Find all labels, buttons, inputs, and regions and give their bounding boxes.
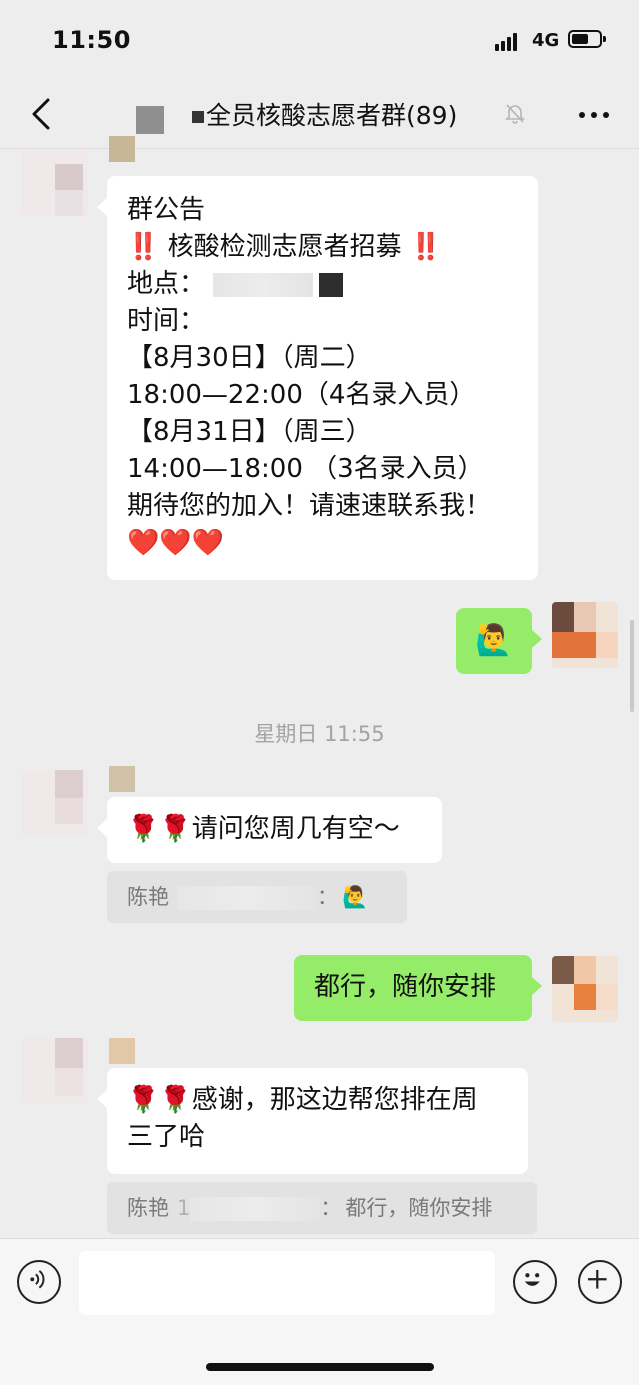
- ask-bubble[interactable]: 🌹🌹请问您周几有空～: [97, 797, 442, 863]
- announcement-time-label: 时间：: [127, 306, 206, 336]
- quote-separator: ：: [320, 1196, 342, 1220]
- sender-avatar[interactable]: [22, 1038, 88, 1104]
- status-time: 11:50: [52, 26, 131, 54]
- quoted-message[interactable]: 陈艳 ： 🙋‍♂️: [107, 871, 407, 923]
- message-input[interactable]: [79, 1251, 495, 1315]
- emoji-icon[interactable]: [513, 1260, 557, 1304]
- voice-icon[interactable]: [17, 1260, 61, 1304]
- my-avatar[interactable]: [552, 602, 618, 668]
- quote-emoji: 🙋‍♂️: [342, 885, 369, 909]
- confirm-bubble[interactable]: 🌹🌹感谢，那这边帮您排在周 三了哈: [97, 1068, 528, 1174]
- plus-icon[interactable]: [578, 1260, 622, 1304]
- announcement-slot-1: 18:00—22:00（4名录入员）: [127, 380, 476, 410]
- chat-title[interactable]: 全员核酸志愿者群(89): [192, 96, 457, 132]
- sender-name-mosaic: [109, 136, 135, 162]
- my-avatar[interactable]: [552, 956, 618, 1022]
- signal-icon: [495, 33, 523, 51]
- announcement-hearts: ❤️❤️❤️: [127, 528, 225, 558]
- home-indicator: [206, 1363, 434, 1371]
- quote-text: 都行，随你安排: [345, 1196, 493, 1220]
- more-dots-icon[interactable]: [576, 104, 612, 124]
- quoted-message[interactable]: 陈艳 1 ：都行，随你安排: [107, 1182, 537, 1234]
- announcement-date-2: 【8月31日】（周三）: [127, 417, 372, 447]
- announcement-cta: 期待您的加入！请速速联系我！: [127, 491, 492, 521]
- confirm-text-line1: 🌹🌹感谢，那这边帮您排在周: [127, 1085, 478, 1115]
- announcement-date-1: 【8月30日】（周二）: [127, 343, 372, 373]
- announcement-headline: ‼️ 核酸检测志愿者招募 ‼️: [127, 232, 443, 262]
- reply-text: 都行，随你安排: [314, 972, 497, 1002]
- announcement-slot-2: 14:00—18:00 （3名录入员）: [127, 454, 484, 484]
- confirm-text-line2: 三了哈: [127, 1122, 206, 1152]
- chat-timestamp: 星期日 11:55: [254, 722, 385, 746]
- sender-name-mosaic: [109, 1038, 135, 1064]
- announcement-bubble[interactable]: 群公告 ‼️ 核酸检测志愿者招募 ‼️ 地点： 时间： 【8月30日】（周二） …: [97, 176, 538, 580]
- input-bar: [0, 1238, 639, 1385]
- scrollbar[interactable]: [630, 620, 634, 712]
- reply-bubble[interactable]: 都行，随你安排: [294, 955, 542, 1021]
- quote-separator: ：: [317, 885, 338, 909]
- group-avatar-mosaic: [136, 106, 164, 134]
- quote-author: 陈艳: [127, 885, 169, 909]
- announcement-title: 群公告: [127, 195, 206, 225]
- bell-off-icon: [505, 104, 525, 124]
- announcement-location: 地点：: [127, 266, 518, 303]
- sent-emoji-bubble[interactable]: 🙋‍♂️: [456, 608, 542, 674]
- quote-phone-partial: 1: [177, 1196, 191, 1220]
- sender-avatar[interactable]: [22, 770, 88, 836]
- quote-author: 陈艳: [127, 1196, 169, 1220]
- network-type: 4G: [532, 30, 560, 51]
- chat-header: 全员核酸志愿者群(89): [0, 80, 639, 149]
- battery-icon: [568, 30, 606, 48]
- chevron-left-icon[interactable]: [24, 94, 64, 134]
- sender-name-mosaic: [109, 766, 135, 792]
- ask-text: 🌹🌹请问您周几有空～: [127, 814, 400, 844]
- status-bar: 11:50 4G: [0, 0, 639, 80]
- sender-avatar[interactable]: [22, 150, 88, 216]
